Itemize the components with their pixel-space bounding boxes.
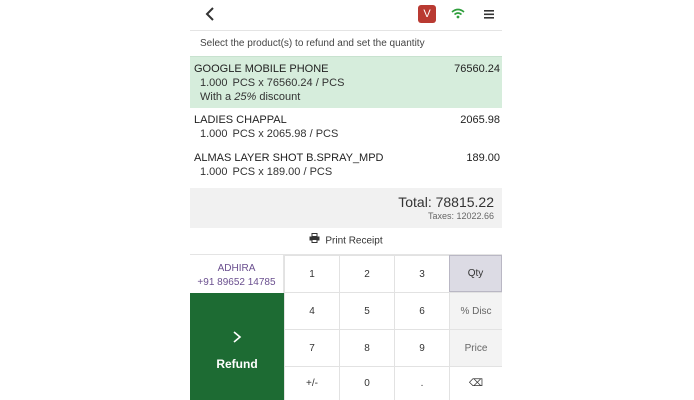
numpad-key-8[interactable]: 8: [339, 329, 394, 366]
hamburger-menu-icon[interactable]: [482, 7, 496, 21]
refund-button[interactable]: Refund: [190, 293, 284, 400]
price-mode-button[interactable]: Price: [449, 329, 502, 366]
numpad-key-9[interactable]: 9: [394, 329, 449, 366]
line-quantity: 1.000 PCS x 76560.24 / PCS: [200, 77, 345, 89]
numpad-key-0[interactable]: 0: [339, 366, 394, 400]
numpad: 1 2 3 Qty 4 5 6 % Disc 7 8 9 Price +/- 0…: [284, 255, 502, 400]
discount-mode-button[interactable]: % Disc: [449, 292, 502, 329]
numpad-key-1[interactable]: 1: [284, 255, 339, 292]
line-quantity: 1.000 PCS x 2065.98 / PCS: [200, 128, 339, 140]
top-bar: V: [190, 0, 502, 31]
user-avatar[interactable]: V: [418, 5, 436, 23]
qty-mode-button[interactable]: Qty: [449, 255, 502, 292]
back-arrow-icon[interactable]: [202, 4, 220, 24]
customer-phone: +91 89652 14785: [197, 277, 276, 288]
product-name: ALMAS LAYER SHOT B.SPRAY_MPD: [194, 152, 384, 164]
line-discount: With a 25% discount: [200, 91, 301, 103]
order-summary: Total: 78815.22 Taxes: 12022.66: [190, 188, 502, 228]
order-line[interactable]: GOOGLE MOBILE PHONE 76560.24 1.000 PCS x …: [190, 56, 502, 108]
line-price: 189.00: [466, 152, 500, 164]
print-receipt-button[interactable]: Print Receipt: [190, 228, 502, 255]
order-taxes: Taxes: 12022.66: [427, 211, 494, 221]
order-line[interactable]: ALMAS LAYER SHOT B.SPRAY_MPD 189.00 1.00…: [190, 146, 502, 186]
backspace-icon[interactable]: ⌫: [449, 366, 502, 400]
line-quantity: 1.000 PCS x 189.00 / PCS: [200, 166, 333, 178]
plus-minus-button[interactable]: +/-: [284, 366, 339, 400]
instruction-text: Select the product(s) to refund and set …: [200, 38, 425, 49]
numpad-key-3[interactable]: 3: [394, 255, 449, 292]
line-price: 2065.98: [460, 114, 500, 126]
print-receipt-label: Print Receipt: [325, 235, 383, 247]
numpad-key-2[interactable]: 2: [339, 255, 394, 292]
line-price: 76560.24: [454, 63, 500, 75]
numpad-key-4[interactable]: 4: [284, 292, 339, 329]
numpad-key-7[interactable]: 7: [284, 329, 339, 366]
product-name: GOOGLE MOBILE PHONE: [194, 63, 329, 75]
refund-label: Refund: [216, 357, 258, 371]
wifi-icon: [450, 6, 466, 22]
customer-button[interactable]: ADHIRA +91 89652 14785: [190, 255, 284, 293]
product-name: LADIES CHAPPAL: [194, 114, 287, 126]
customer-name: ADHIRA: [217, 263, 256, 274]
refund-screen: V Select the product(s) to refund and se…: [190, 0, 502, 400]
order-line[interactable]: LADIES CHAPPAL 2065.98 1.000 PCS x 2065.9…: [190, 108, 502, 146]
order-total: Total: 78815.22: [398, 194, 494, 210]
numpad-key-6[interactable]: 6: [394, 292, 449, 329]
decimal-point-button[interactable]: .: [394, 366, 449, 400]
numpad-key-5[interactable]: 5: [339, 292, 394, 329]
printer-icon: [309, 228, 320, 254]
chevron-right-icon: [231, 330, 243, 344]
